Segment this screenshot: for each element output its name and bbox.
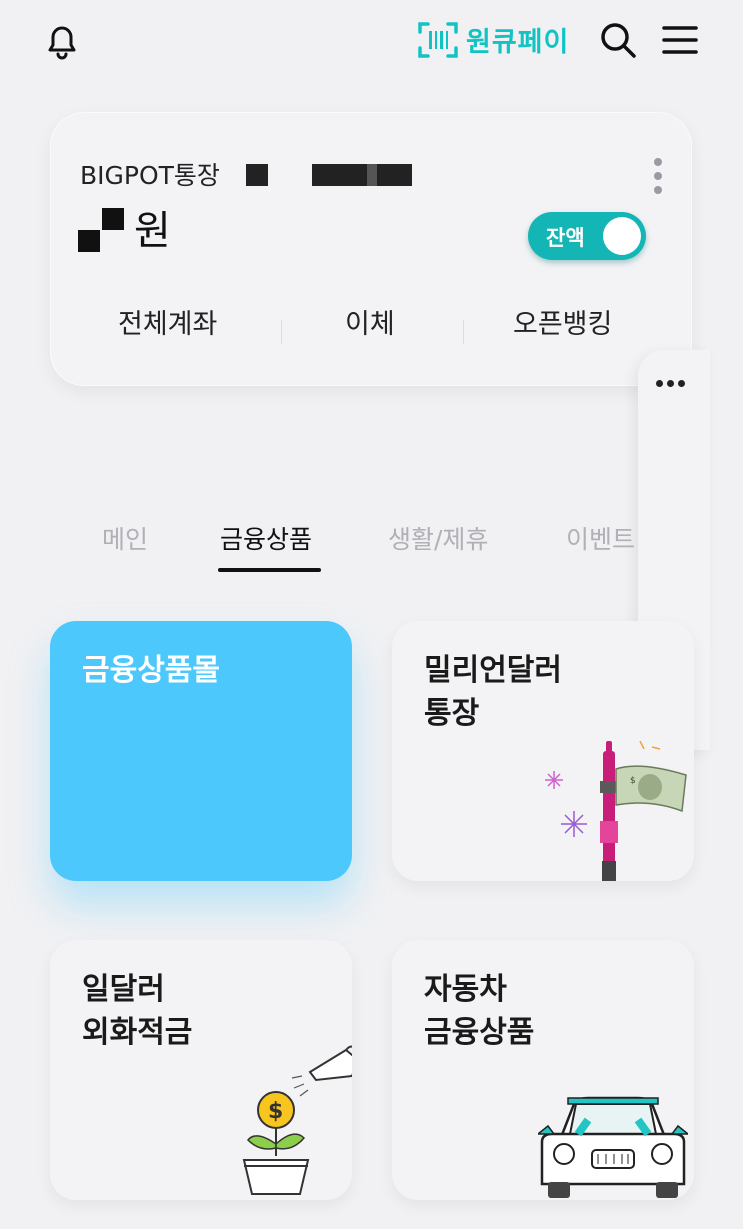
- account-actions: 전체계좌 이체 오픈뱅킹: [50, 302, 692, 354]
- tab-events[interactable]: 이벤트: [566, 520, 635, 556]
- card-title: 일달러 외화적금: [82, 968, 192, 1054]
- open-banking-button[interactable]: 오픈뱅킹: [513, 302, 612, 341]
- svg-text:$: $: [630, 776, 636, 786]
- toggle-knob: [603, 217, 641, 255]
- masked-account-number: [246, 164, 268, 186]
- card-title-line: 외화적금: [82, 1015, 193, 1050]
- barcode-icon[interactable]: [416, 20, 460, 60]
- all-accounts-button[interactable]: 전체계좌: [118, 302, 217, 341]
- masked-account-number: [312, 164, 412, 186]
- pay-label[interactable]: 원큐페이: [466, 20, 569, 59]
- card-title-line: 금융상품: [424, 1015, 535, 1050]
- toggle-label: 잔액: [546, 226, 585, 250]
- divider: [463, 320, 464, 344]
- svg-text:$: $: [268, 1099, 283, 1124]
- menu-icon[interactable]: [660, 20, 700, 60]
- tab-bar: 메인 금융상품 생활/제휴 이벤트: [0, 520, 743, 580]
- card-title: 밀리언달러 통장: [424, 649, 562, 735]
- card-title: 자동차 금융상품: [424, 968, 534, 1054]
- card-title-line: 일달러: [82, 972, 165, 1007]
- masked-balance: [78, 208, 124, 252]
- transfer-button[interactable]: 이체: [345, 302, 395, 341]
- tab-main[interactable]: 메인: [102, 520, 148, 556]
- divider: [281, 320, 282, 344]
- bell-icon[interactable]: [40, 20, 84, 64]
- product-card-million-dollar[interactable]: 밀리언달러 통장 $: [392, 621, 694, 881]
- search-icon[interactable]: [598, 20, 638, 60]
- account-name: BIGPOT통장: [80, 161, 220, 190]
- card-title-line: 밀리언달러: [424, 653, 562, 688]
- car-illustration: [538, 1096, 688, 1198]
- tab-lifestyle[interactable]: 생활/제휴: [388, 520, 488, 556]
- card-title-line: 자동차: [424, 972, 507, 1007]
- active-tab-indicator: [218, 568, 321, 572]
- account-card[interactable]: BIGPOT통장 원 잔액 전체계좌 이체 오픈뱅킹: [50, 112, 692, 386]
- money-plant-illustration: $: [242, 1045, 352, 1195]
- card-title-line: 통장: [424, 696, 480, 731]
- product-card-auto-finance[interactable]: 자동차 금융상품: [392, 940, 694, 1200]
- product-card-one-dollar[interactable]: 일달러 외화적금 $: [50, 940, 352, 1200]
- more-horizontal-icon[interactable]: [656, 372, 696, 387]
- money-flag-illustration: $: [545, 741, 687, 881]
- tab-financial-products[interactable]: 금융상품: [220, 520, 312, 556]
- product-card-mall[interactable]: 금융상품몰: [50, 621, 352, 881]
- card-title: 금융상품몰: [82, 649, 220, 692]
- balance-unit: 원: [134, 208, 171, 254]
- top-bar: 원큐페이: [0, 0, 743, 82]
- more-vertical-icon[interactable]: [652, 158, 664, 200]
- card-title-line: 금융상품몰: [82, 653, 220, 688]
- balance-toggle[interactable]: 잔액: [528, 212, 646, 260]
